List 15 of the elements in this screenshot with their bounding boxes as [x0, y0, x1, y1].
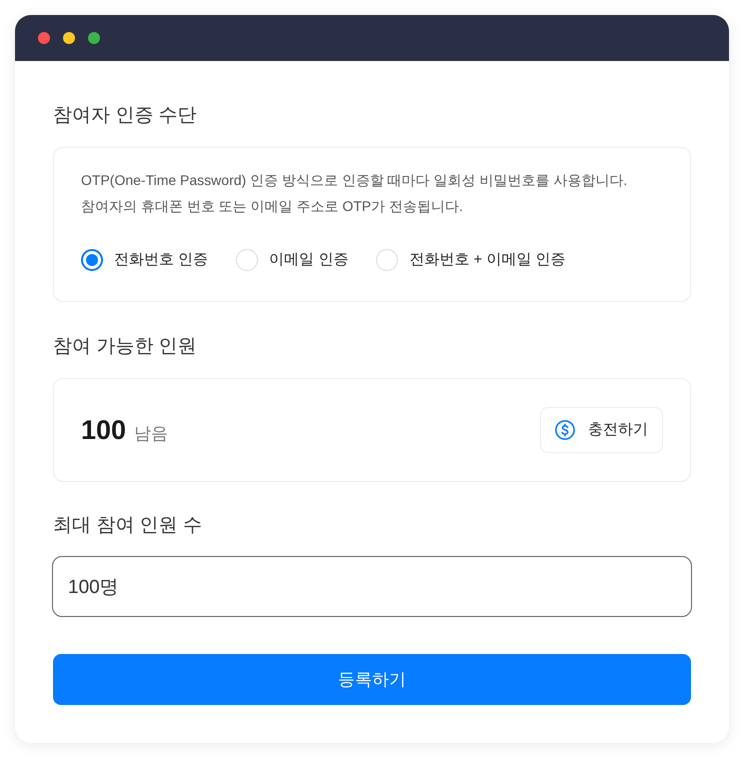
remaining-count: 100 — [81, 416, 126, 444]
charge-button[interactable]: 충전하기 — [540, 407, 663, 453]
section-heading: 최대 참여 인원 수 — [53, 514, 202, 538]
section-heading: 참여 가능한 인원 — [53, 335, 197, 359]
radio-label[interactable]: 이메일 인증 — [269, 249, 348, 271]
radio-label[interactable]: 전화번호 + 이메일 인증 — [409, 249, 566, 271]
description-text: 참여자의 휴대폰 번호 또는 이메일 주소로 OTP가 전송됩니다. — [81, 197, 463, 216]
dollar-coin-icon — [555, 420, 575, 440]
remaining-unit: 남음 — [134, 424, 168, 442]
description-text: OTP(One-Time Password) 인증 방식으로 인증할 때마다 일회성 비밀번호를 사용합니다. — [81, 171, 628, 190]
radio-label[interactable]: 전화번호 인증 — [114, 249, 208, 271]
radio-button[interactable] — [81, 249, 103, 271]
max-participants-input[interactable]: 100명 — [52, 556, 692, 617]
section-heading: 참여자 인증 수단 — [53, 104, 197, 128]
register-button[interactable]: 등록하기 — [53, 654, 691, 705]
